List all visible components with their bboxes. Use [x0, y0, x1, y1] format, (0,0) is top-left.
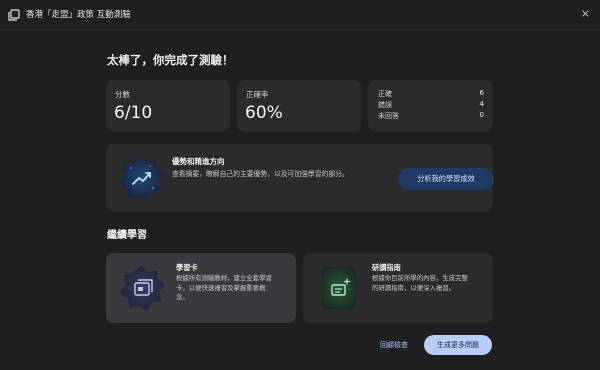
accuracy-card: 正確率 60%: [237, 80, 361, 132]
breakdown-card: 正確 6 錯誤 4 未回答 0: [368, 80, 493, 132]
flashcard-icon: [120, 265, 165, 311]
trend-up-icon: [120, 156, 163, 200]
breakdown-row-unanswered: 未回答 0: [378, 111, 484, 121]
breakdown-label: 正確: [378, 90, 392, 98]
insight-description: 查看摘要，瞭解自己的主要優勢，以及可加強學習的部分。: [172, 170, 349, 178]
insight-title: 優勢和精進方向: [172, 157, 225, 166]
flashcard-title: 學習卡: [176, 263, 198, 272]
close-icon[interactable]: ×: [581, 7, 590, 20]
result-heading: 太棒了，你完成了測驗！: [107, 53, 234, 67]
copy-icon: [8, 9, 20, 21]
continue-learning-title: 繼續學習: [107, 230, 147, 241]
generate-more-questions-button[interactable]: 生成更多問題: [424, 335, 492, 355]
flashcard-description: 根據所有測驗教材，建立全套學習 卡，以便快速複習及掌握重要概 念。: [176, 274, 272, 301]
breakdown-value: 0: [479, 111, 484, 119]
score-card: 分數 6/10: [106, 80, 230, 132]
review-button[interactable]: 回顧檢查: [380, 340, 408, 350]
breakdown-value: 4: [479, 100, 484, 108]
breakdown-value: 6: [479, 89, 484, 97]
title-bar: 香港「走盟」政策 互動測驗 ×: [0, 0, 600, 30]
accuracy-value: 60%: [245, 103, 283, 123]
analyze-learning-button[interactable]: 分析我的學習成效: [398, 168, 494, 190]
window-title: 香港「走盟」政策 互動測驗: [26, 10, 131, 20]
study-guide-description: 根據你目前所學的內容，生成完整 的研讀指南，以便深入複習。: [372, 274, 468, 292]
score-label: 分數: [115, 90, 130, 99]
accuracy-label: 正確率: [246, 90, 269, 99]
study-guide-icon: [320, 267, 358, 309]
breakdown-row-correct: 正確 6: [378, 89, 484, 99]
study-guide-title: 研讀指南: [372, 263, 401, 272]
score-value: 6/10: [114, 103, 153, 123]
breakdown-label: 未回答: [378, 112, 399, 120]
breakdown-label: 錯誤: [378, 101, 392, 109]
breakdown-row-wrong: 錯誤 4: [378, 100, 484, 110]
